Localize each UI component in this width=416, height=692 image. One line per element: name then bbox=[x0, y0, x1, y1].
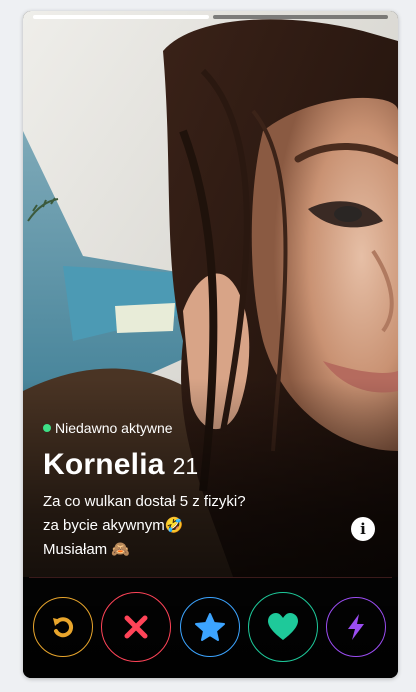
progress-segment-2[interactable] bbox=[212, 15, 388, 19]
profile-card[interactable]: Niedawno aktywne Kornelia 21 Za co wulka… bbox=[23, 11, 398, 678]
nope-button[interactable] bbox=[101, 592, 171, 662]
activity-status: Niedawno aktywne bbox=[43, 420, 338, 436]
boost-button[interactable] bbox=[326, 597, 386, 657]
heart-icon bbox=[268, 613, 298, 640]
bio-line: Za co wulkan dostał 5 z fizyki? bbox=[43, 493, 246, 510]
bio-line: za bycie akywnym🤣 bbox=[43, 517, 184, 534]
info-icon: i bbox=[360, 520, 366, 538]
close-icon bbox=[124, 615, 148, 639]
rewind-button[interactable] bbox=[33, 597, 93, 657]
profile-info: Niedawno aktywne Kornelia 21 Za co wulka… bbox=[43, 420, 338, 562]
lightning-icon bbox=[348, 614, 364, 640]
photo-progress bbox=[33, 15, 388, 19]
like-button[interactable] bbox=[248, 592, 318, 662]
divider bbox=[29, 577, 392, 578]
status-text: Niedawno aktywne bbox=[55, 420, 173, 436]
profile-name: Kornelia bbox=[43, 448, 165, 481]
action-bar bbox=[33, 592, 388, 662]
online-dot-icon bbox=[43, 424, 51, 432]
name-row: Kornelia 21 bbox=[43, 448, 338, 482]
super-like-button[interactable] bbox=[180, 597, 240, 657]
info-button[interactable]: i bbox=[351, 517, 375, 541]
star-icon bbox=[195, 613, 225, 641]
profile-age: 21 bbox=[172, 453, 199, 479]
profile-bio: Za co wulkan dostał 5 z fizyki? za bycie… bbox=[43, 490, 338, 562]
bio-line: Musiałam 🙈 bbox=[43, 541, 131, 558]
progress-segment-1[interactable] bbox=[33, 15, 209, 19]
rewind-icon bbox=[53, 617, 74, 638]
